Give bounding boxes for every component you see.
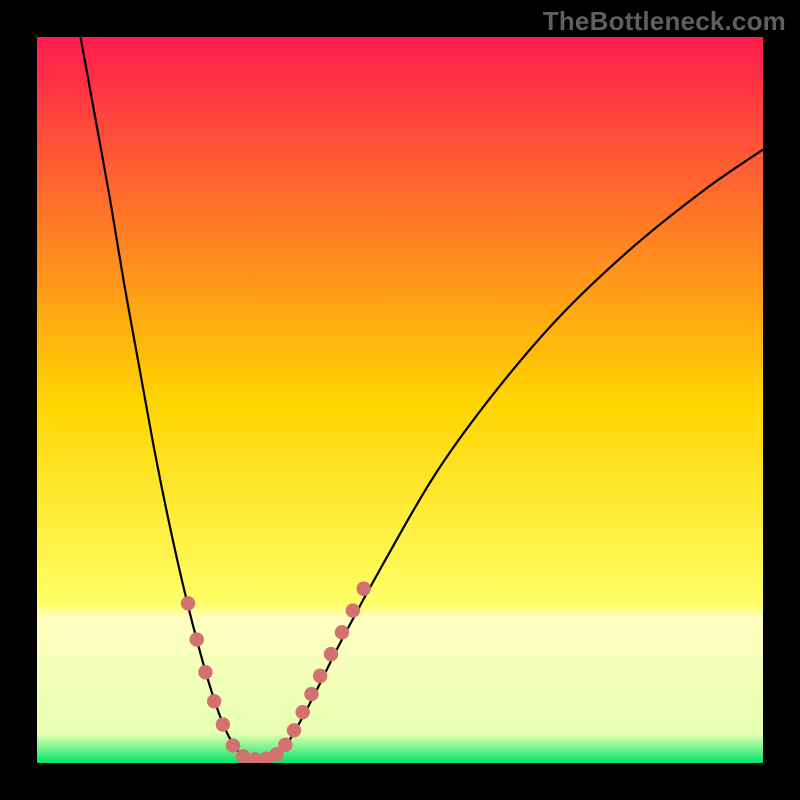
highlight-point: [287, 723, 301, 737]
highlight-point: [346, 603, 360, 617]
highlight-point: [207, 694, 221, 708]
highlight-point: [357, 582, 371, 596]
watermark-label: TheBottleneck.com: [543, 6, 786, 37]
chart-container: TheBottleneck.com: [0, 0, 800, 800]
highlight-point: [304, 687, 318, 701]
highlight-point: [296, 705, 310, 719]
highlight-point: [226, 738, 240, 752]
plot-area: [37, 37, 763, 763]
chart-svg: [37, 37, 763, 763]
highlight-point: [278, 738, 292, 752]
highlight-point: [335, 625, 349, 639]
highlight-point: [190, 632, 204, 646]
highlight-point: [198, 665, 212, 679]
highlight-point: [216, 717, 230, 731]
highlight-point: [181, 596, 195, 610]
highlight-point: [313, 669, 327, 683]
highlight-point: [324, 647, 338, 661]
